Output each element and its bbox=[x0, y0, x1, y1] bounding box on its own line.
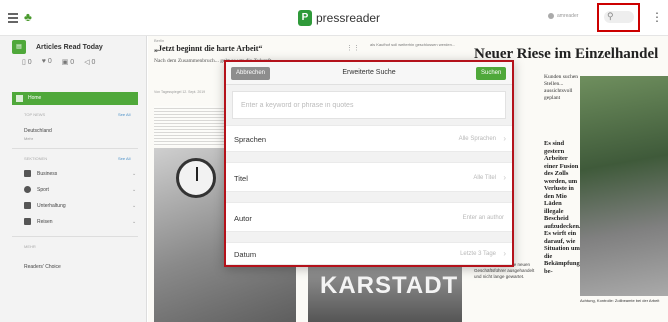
sidebar-item-home[interactable]: Home bbox=[12, 92, 138, 105]
author-placeholder: Enter an author bbox=[462, 215, 504, 221]
keyword-section bbox=[226, 85, 512, 125]
plane-icon bbox=[24, 218, 31, 225]
article-kicker: Berlin bbox=[154, 38, 165, 43]
articles-read-icon: ▤ bbox=[12, 40, 26, 54]
pressreader-logo[interactable]: P pressreader bbox=[298, 9, 380, 27]
sidebar-item-deutschland[interactable]: Deutschland bbox=[24, 128, 52, 134]
chevron-right-icon: › bbox=[503, 173, 506, 182]
article-col3: Kunden suchen Stellen... aussichtsvoll g… bbox=[544, 74, 579, 101]
divider bbox=[12, 236, 138, 237]
more-heading: MEHR bbox=[24, 244, 36, 249]
dialog-title: Erweiterte Suche bbox=[342, 69, 396, 76]
logo-mark-icon: P bbox=[298, 10, 312, 26]
languages-row[interactable]: Sprachen Alle Sprachen › bbox=[226, 125, 512, 152]
sidebar-item-reisen[interactable]: Reisen ⌄ bbox=[24, 218, 136, 225]
chevron-down-icon: ⌄ bbox=[132, 202, 137, 209]
row-label: Datum bbox=[234, 250, 257, 259]
sidebar-item-business[interactable]: Business ⌄ bbox=[24, 170, 136, 177]
sidebar-title: Articles Read Today bbox=[36, 44, 103, 51]
divider bbox=[12, 148, 138, 149]
chevron-right-icon: › bbox=[503, 134, 506, 143]
row-value: Alle Titel bbox=[473, 175, 496, 181]
shares-stat: ◁ 0 bbox=[84, 59, 96, 66]
dialog-header: Abbrechen Erweiterte Suche Suchen bbox=[226, 62, 512, 85]
article-snippet: als Kaufhof soll weiterhin geschlossen w… bbox=[370, 42, 456, 47]
search-button[interactable]: Suchen bbox=[476, 67, 507, 80]
row-spacer bbox=[226, 232, 512, 242]
more-icon[interactable]: ⋮ bbox=[651, 10, 663, 24]
category-label: Sport bbox=[37, 186, 49, 193]
menu-icon[interactable] bbox=[8, 13, 18, 23]
briefcase-icon bbox=[24, 170, 31, 177]
row-label: Titel bbox=[234, 174, 248, 183]
user-account[interactable]: amreader bbox=[548, 13, 578, 19]
chevron-down-icon: ⌄ bbox=[132, 186, 137, 193]
author-row[interactable]: Autor Enter an author bbox=[226, 202, 512, 232]
article-byline: Von Tagesspiegel 12. Sept. 2019 bbox=[154, 90, 206, 94]
sidebar-item-readers-choice[interactable]: Readers' Choice bbox=[24, 264, 61, 270]
sections-see-all[interactable]: See All bbox=[118, 156, 130, 161]
music-icon bbox=[24, 202, 31, 209]
clock-image bbox=[176, 158, 216, 198]
row-value: Letzte 3 Tage bbox=[460, 251, 496, 257]
row-spacer bbox=[226, 192, 512, 202]
share-icon[interactable]: ⋮⋮ bbox=[346, 44, 360, 52]
top-news-heading: TOP NEWS bbox=[24, 112, 46, 117]
article-col3-bold: Es sind gestern Arbeiter einer Fusion de… bbox=[544, 140, 581, 275]
search-highlight bbox=[597, 3, 640, 32]
user-name: amreader bbox=[557, 13, 579, 19]
category-label: Business bbox=[37, 170, 58, 177]
chevron-down-icon: ⌄ bbox=[132, 218, 137, 225]
category-label: Reisen bbox=[37, 218, 53, 225]
leaf-icon[interactable]: ♣ bbox=[24, 10, 32, 24]
row-spacer bbox=[226, 152, 512, 162]
top-news-see-all[interactable]: See All bbox=[118, 112, 130, 117]
keyword-input[interactable] bbox=[232, 91, 506, 119]
category-label: Unterhaltung bbox=[37, 202, 66, 209]
reading-stats: ▯ 0 ♥ 0 ▣ 0 ◁ 0 bbox=[22, 58, 95, 66]
likes-stat: ♥ 0 bbox=[41, 58, 52, 65]
date-row[interactable]: Datum Letzte 3 Tage › bbox=[226, 242, 512, 265]
avatar-icon bbox=[548, 13, 554, 19]
logo-text: pressreader bbox=[316, 11, 381, 25]
region-sub: Mehr bbox=[24, 136, 34, 141]
sections-heading: SEKTIONEN bbox=[24, 156, 48, 161]
comments-stat: ▣ 0 bbox=[61, 59, 75, 66]
pages-stat: ▯ 0 bbox=[22, 59, 32, 66]
sidebar-item-sport[interactable]: Sport ⌄ bbox=[24, 186, 136, 193]
row-value: Alle Sprachen bbox=[458, 136, 496, 142]
karstadt-sign: KARSTADT bbox=[320, 272, 459, 299]
ball-icon bbox=[24, 186, 31, 193]
advanced-search-dialog: Abbrechen Erweiterte Suche Suchen Sprach… bbox=[224, 60, 514, 267]
row-label: Autor bbox=[234, 214, 252, 223]
top-bar: ♣ P pressreader amreader ⚲ ⋮ bbox=[0, 0, 668, 36]
chevron-right-icon: › bbox=[503, 249, 506, 258]
chevron-down-icon: ⌄ bbox=[132, 170, 137, 177]
row-label: Sprachen bbox=[234, 135, 267, 144]
sidebar: ▤ Articles Read Today ▯ 0 ♥ 0 ▣ 0 ◁ 0 Ho… bbox=[0, 36, 147, 322]
photo-caption: Achtung, Kontrolle: Zollbeamte bei der A… bbox=[580, 298, 660, 303]
titles-row[interactable]: Titel Alle Titel › bbox=[226, 162, 512, 192]
customs-photo bbox=[580, 76, 668, 296]
article-headline-left[interactable]: „Jetzt beginnt die harte Arbeit“ bbox=[154, 44, 262, 53]
sidebar-item-unterhaltung[interactable]: Unterhaltung ⌄ bbox=[24, 202, 136, 209]
